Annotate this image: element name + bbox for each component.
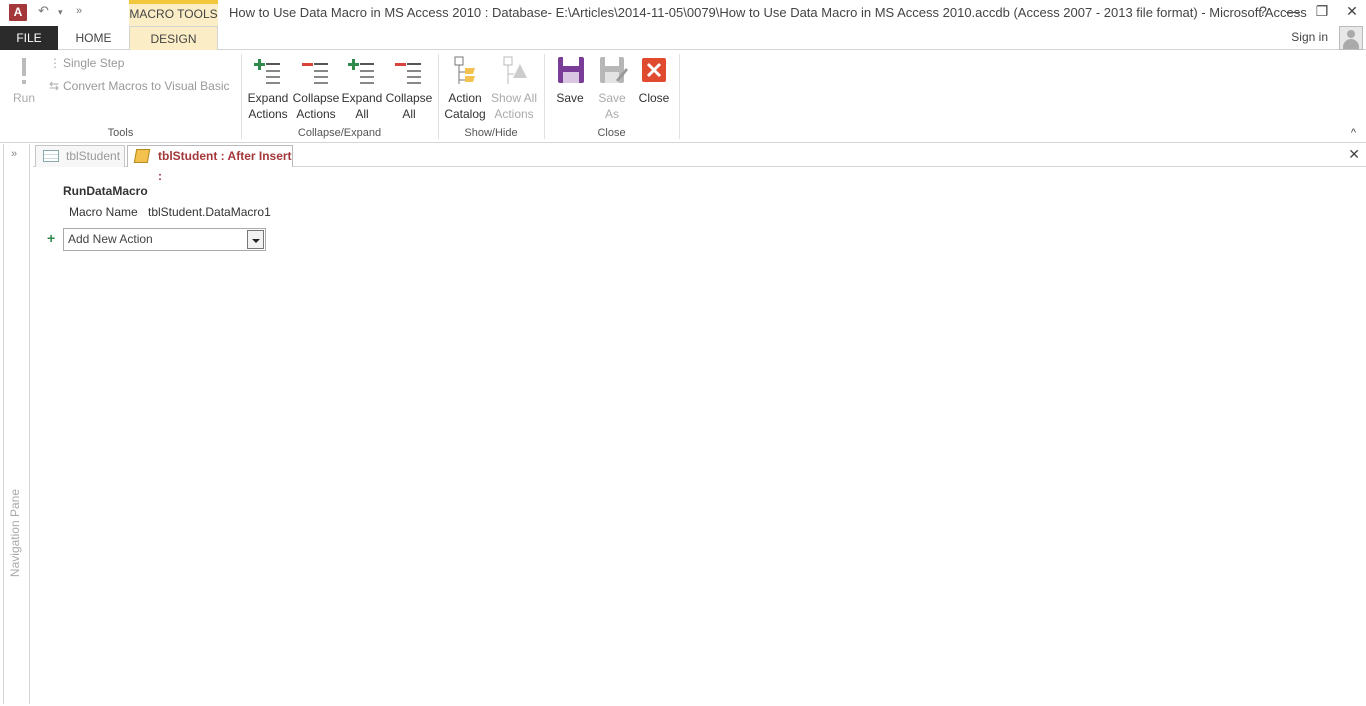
collapse-actions-icon bbox=[300, 54, 332, 88]
macro-name-argument-value[interactable]: tblStudent.DataMacro1 bbox=[148, 205, 271, 219]
nav-pane-expand-icon[interactable]: » bbox=[11, 148, 17, 160]
tab-home[interactable]: HOME bbox=[66, 26, 121, 51]
window-title: How to Use Data Macro in MS Access 2010 … bbox=[229, 5, 1307, 20]
undo-dropdown-icon[interactable]: ▾ bbox=[58, 7, 63, 18]
single-step-icon: ⋮ bbox=[49, 56, 61, 70]
collapse-ribbon-chevron-icon[interactable]: ^ bbox=[1351, 127, 1356, 139]
macro-action-name[interactable]: RunDataMacro bbox=[63, 184, 148, 198]
action-catalog-icon bbox=[449, 54, 481, 88]
qat-customize-icon[interactable]: » bbox=[76, 5, 82, 17]
expand-all-button[interactable]: Expand All bbox=[341, 54, 383, 122]
close-group-label: Close bbox=[597, 127, 626, 139]
collapse-actions-button[interactable]: Collapse Actions bbox=[292, 54, 340, 122]
collapse-expand-group-label: Collapse/Expand bbox=[297, 127, 382, 139]
show-hide-group-label: Show/Hide bbox=[464, 127, 518, 139]
save-as-icon bbox=[596, 54, 628, 88]
close-document-icon[interactable]: ✕ bbox=[1348, 146, 1360, 163]
document-tabs: tblStudent tblStudent : After Insert : ✕ bbox=[33, 144, 1366, 183]
sign-in-link[interactable]: Sign in bbox=[1291, 30, 1328, 44]
title-bar: A ↶ ▾ » MACRO TOOLS How to Use Data Macr… bbox=[0, 0, 1366, 26]
collapse-all-button[interactable]: Collapse All bbox=[385, 54, 433, 122]
tab-design[interactable]: DESIGN bbox=[129, 26, 218, 51]
close-macro-button[interactable]: Close bbox=[636, 54, 672, 106]
expand-actions-button[interactable]: Expand Actions bbox=[246, 54, 290, 122]
expand-actions-icon bbox=[252, 54, 284, 88]
save-icon bbox=[554, 54, 586, 88]
doc-tab-after-insert[interactable]: tblStudent : After Insert : bbox=[127, 145, 293, 183]
action-catalog-button[interactable]: Action Catalog bbox=[442, 54, 488, 122]
macro-designer: RunDataMacro Macro Name tblStudent.DataM… bbox=[34, 168, 1366, 706]
tools-group-label: Tools bbox=[107, 127, 134, 139]
restore-button[interactable]: ❐ bbox=[1312, 3, 1332, 20]
undo-icon[interactable]: ↶ bbox=[38, 3, 49, 19]
macro-name-argument-label: Macro Name bbox=[69, 205, 138, 219]
convert-macros-button[interactable]: ⇆ Convert Macros to Visual Basic bbox=[49, 79, 230, 93]
tab-file[interactable]: FILE bbox=[0, 26, 58, 50]
single-step-button[interactable]: ⋮ Single Step bbox=[49, 56, 124, 70]
navigation-pane-label: Navigation Pane bbox=[8, 489, 22, 578]
access-app-icon[interactable]: A bbox=[9, 4, 27, 21]
ribbon: Run ⋮ Single Step ⇆ Convert Macros to Visu… bbox=[0, 50, 1366, 143]
save-as-button[interactable]: Save As bbox=[594, 54, 630, 122]
add-new-action-combobox[interactable]: Add New Action bbox=[63, 228, 266, 251]
show-all-actions-button[interactable]: Show All Actions bbox=[489, 54, 539, 122]
table-icon bbox=[43, 150, 59, 162]
close-red-x-icon bbox=[638, 54, 670, 88]
add-action-plus-icon: + bbox=[47, 230, 56, 246]
doc-tab-tblstudent[interactable]: tblStudent bbox=[35, 145, 125, 167]
save-button[interactable]: Save bbox=[552, 54, 588, 106]
show-all-actions-icon bbox=[498, 54, 530, 88]
minimize-button[interactable]: — bbox=[1283, 3, 1303, 19]
user-avatar-icon[interactable] bbox=[1339, 26, 1363, 50]
collapse-all-icon bbox=[393, 54, 425, 88]
exclamation-icon bbox=[8, 54, 40, 88]
close-window-button[interactable]: ✕ bbox=[1342, 3, 1362, 20]
add-new-action-placeholder: Add New Action bbox=[68, 232, 153, 246]
help-button[interactable]: ? bbox=[1253, 3, 1273, 19]
dropdown-arrow-icon[interactable] bbox=[247, 230, 264, 249]
run-button[interactable]: Run bbox=[8, 54, 40, 106]
convert-macros-icon: ⇆ bbox=[49, 79, 60, 93]
macro-tools-contextual-tab: MACRO TOOLS bbox=[129, 0, 218, 26]
ribbon-tabs: FILE HOME DESIGN Sign in bbox=[0, 26, 1366, 51]
expand-all-icon bbox=[346, 54, 378, 88]
macro-scroll-icon bbox=[133, 149, 151, 163]
navigation-pane[interactable]: » Navigation Pane bbox=[3, 144, 30, 704]
group-divider bbox=[679, 54, 680, 139]
